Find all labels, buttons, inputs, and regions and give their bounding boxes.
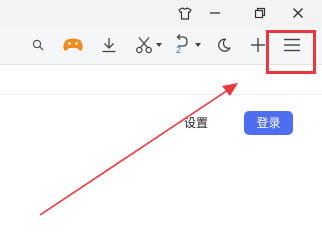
page-content [0, 65, 322, 248]
undo-close-tab-button[interactable]: 2 [169, 32, 205, 58]
window-titlebar [0, 0, 322, 28]
close-window-button[interactable] [285, 2, 311, 24]
screenshot-button[interactable] [131, 32, 165, 58]
plus-icon [251, 38, 265, 52]
minimize-button[interactable] [202, 2, 228, 24]
restore-button[interactable] [247, 2, 273, 24]
restore-icon [254, 7, 266, 19]
settings-link[interactable]: 设置 [184, 115, 208, 131]
gamepad-icon [63, 38, 83, 51]
main-menu-button[interactable] [280, 32, 304, 58]
chevron-down-icon [155, 43, 162, 47]
undo-count-badge: 2 [176, 45, 182, 55]
tshirt-icon [178, 6, 192, 20]
search-button[interactable] [28, 32, 48, 58]
moon-icon [218, 38, 231, 52]
login-button[interactable]: 登录 [244, 111, 293, 135]
minimize-icon [210, 12, 220, 14]
hamburger-menu-icon [284, 38, 300, 52]
scissors-icon [135, 37, 152, 54]
chevron-down-icon [195, 43, 201, 47]
new-tab-button[interactable] [247, 32, 269, 58]
close-icon [293, 8, 303, 18]
download-icon [102, 38, 116, 53]
game-button[interactable] [59, 32, 87, 58]
search-icon [32, 39, 44, 51]
download-button[interactable] [97, 32, 121, 58]
night-mode-button[interactable] [213, 32, 235, 58]
content-divider [0, 94, 322, 95]
undo-icon-wrap: 2 [173, 34, 191, 56]
skin-button[interactable] [172, 2, 198, 24]
